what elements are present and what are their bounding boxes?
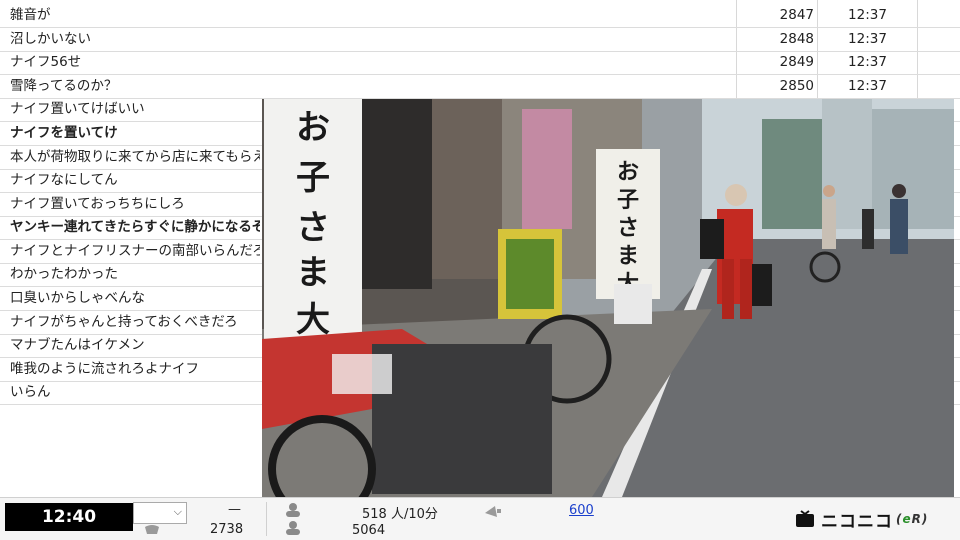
mode-dropdown[interactable]: ⌵ — [133, 502, 187, 524]
comment-text: ナイフなにしてん — [10, 172, 118, 188]
comment-text: わかったわかった — [10, 266, 118, 282]
comment-number: 2848 — [779, 31, 814, 47]
video-frame: お 子 さ ま 大 お 子 さ ま 大 — [262, 99, 954, 497]
comment-text: 本人が荷物取りに来てから店に来てもらえ — [10, 149, 260, 165]
comment-text: ナイフを置いてけ — [10, 125, 118, 141]
comment-row[interactable]: 沼しかいない 2848 12:37 — [0, 28, 960, 52]
comment-text: 唯我のように流されろよナイフ — [10, 361, 199, 377]
banner-right-char: さ — [617, 215, 639, 241]
tv-icon — [796, 510, 814, 527]
viewers-rate: 518 人/10分 — [362, 507, 438, 522]
comment-number: 2847 — [779, 7, 814, 23]
comment-text: マナブたんはイケメン — [10, 337, 145, 353]
comment-icon — [145, 525, 159, 534]
comment-number: 2850 — [779, 78, 814, 94]
banner-right-char: ま — [617, 243, 639, 269]
banner-right-char: 子 — [617, 187, 639, 213]
status-bar: 12:40 ⌵ — 2738 518 人/10分 5064 600 ニコニコ (… — [0, 497, 960, 540]
comment-text: いらん — [10, 384, 51, 400]
brand-name: ニコニコ — [821, 511, 893, 532]
comment-text: ナイフとナイフリスナーの南部いらんだろ — [10, 243, 260, 259]
comment-text: ヤンキー連れてきたらすぐに静かになるぞ — [10, 219, 260, 235]
brand-suffix: (eR) — [896, 512, 929, 526]
dash-value: — — [228, 502, 241, 517]
banner-left-char: 子 — [296, 158, 330, 198]
comment-text: ナイフ置いておっちちにしろ — [10, 196, 185, 212]
banner-right-char: お — [617, 159, 639, 185]
ad-icon — [485, 506, 501, 517]
banner-left-char: 大 — [296, 300, 330, 340]
comment-text: 口臭いからしゃべんな — [10, 290, 145, 306]
divider — [266, 502, 267, 536]
ad-points-link[interactable]: 600 — [569, 503, 594, 518]
comment-time: 12:37 — [848, 7, 887, 23]
banner-left-char: さ — [296, 208, 330, 248]
comment-text: ナイフがちゃんと持っておくべきだろ — [10, 314, 238, 330]
comment-row[interactable]: 雪降ってるのか？ 2850 12:37 — [0, 75, 960, 99]
comment-number: 2849 — [779, 54, 814, 70]
comment-text: 雪降ってるのか？ — [10, 78, 118, 94]
user-icon — [286, 521, 300, 535]
comment-text: ナイフ56せ — [10, 54, 82, 70]
niconico-logo: ニコニコ (eR) — [795, 508, 929, 532]
chevron-down-icon: ⌵ — [173, 505, 182, 518]
video-player[interactable]: お 子 さ ま 大 お 子 さ ま 大 — [262, 99, 954, 497]
banner-left-char: ま — [296, 253, 330, 293]
comment-time: 12:37 — [848, 78, 887, 94]
comment-time: 12:37 — [848, 54, 887, 70]
comment-row[interactable]: ナイフ56せ 2849 12:37 — [0, 51, 960, 75]
viewers-icon — [286, 503, 300, 517]
comment-total: 2738 — [210, 522, 244, 537]
comment-row[interactable]: 雑音が 2847 12:37 — [0, 4, 960, 28]
comment-text: 雑音が — [10, 7, 51, 23]
banner-left-char: お — [296, 108, 330, 148]
comment-time: 12:37 — [848, 31, 887, 47]
viewers-total: 5064 — [352, 523, 386, 538]
clock-display: 12:40 — [5, 503, 133, 531]
comment-text: ナイフ置いてけばいい — [10, 101, 145, 117]
comment-text: 沼しかいない — [10, 31, 91, 47]
